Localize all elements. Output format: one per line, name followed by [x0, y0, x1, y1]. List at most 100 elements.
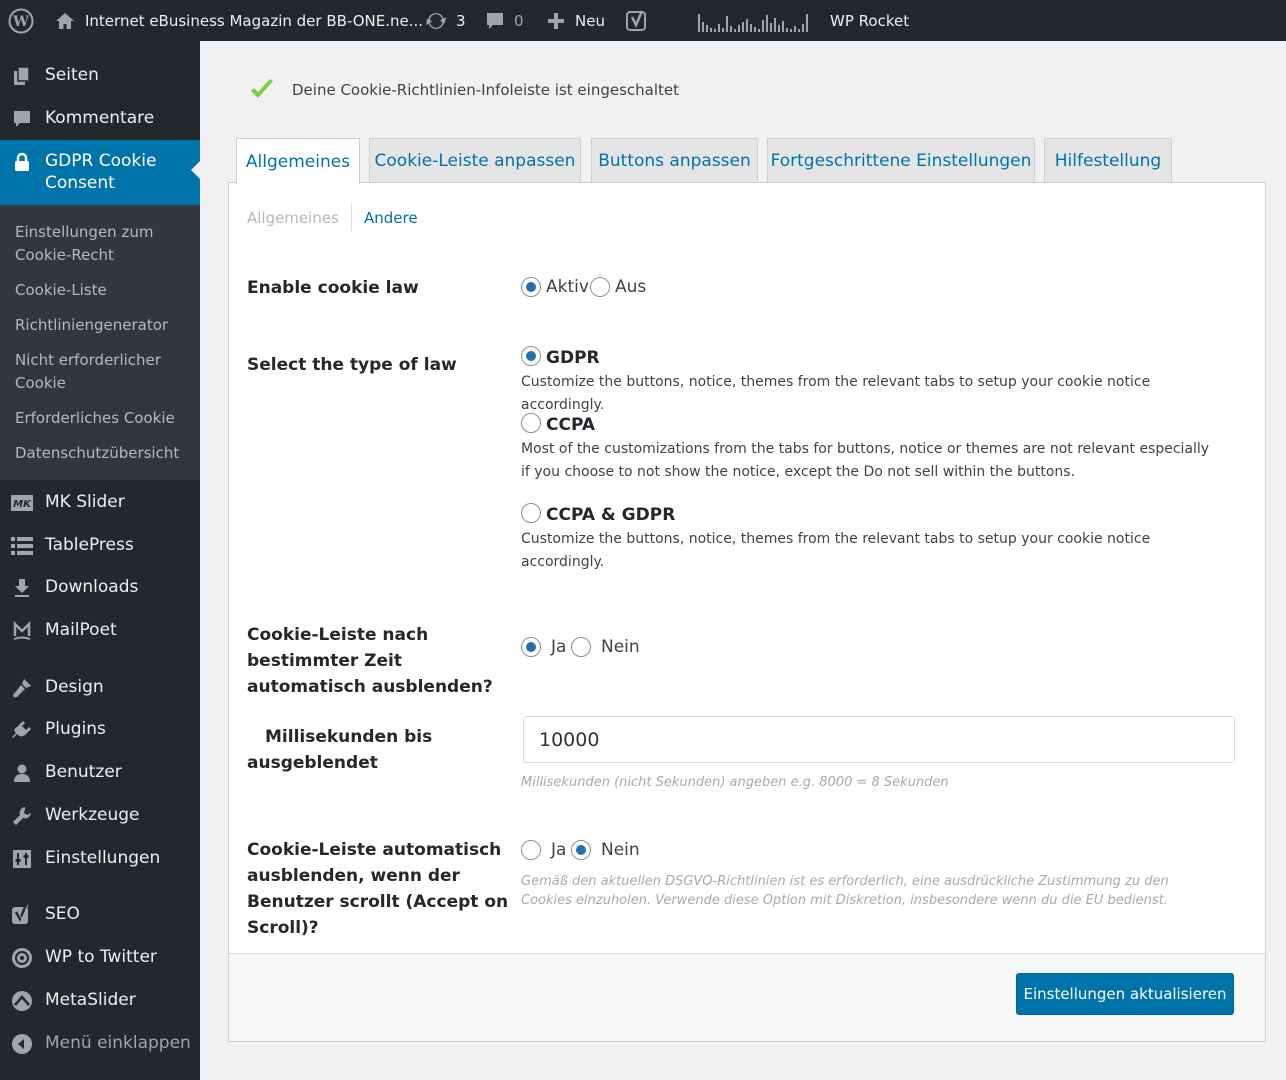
submenu-policy-generator[interactable]: Richtliniengenerator [15, 314, 195, 337]
success-notice: Deine Cookie-Richtlinien-Infoleiste ist … [248, 76, 679, 104]
accept-on-scroll-help: Gemäß den aktuellen DSGVO-Richtlinien is… [521, 874, 1169, 908]
home-icon [55, 11, 75, 31]
menu-seo[interactable]: SEO [0, 903, 200, 929]
checkmark-icon [251, 79, 273, 98]
radio-scroll-no-label: Nein [601, 840, 640, 860]
menu-comments[interactable]: Kommentare [0, 107, 200, 133]
submenu-privacy-overview[interactable]: Datenschutzübersicht [15, 442, 195, 465]
menu-tools[interactable]: Werkzeuge [0, 804, 200, 830]
wordpress-menu[interactable]: W [8, 0, 34, 41]
radio-scroll-yes[interactable] [521, 840, 541, 860]
comments-link[interactable]: 0 [485, 0, 524, 41]
tab-advanced-settings[interactable]: Fortgeschrittene Einstellungen [767, 138, 1035, 183]
lock-icon [10, 150, 34, 174]
menu-mk-slider[interactable]: MK MK Slider [0, 491, 200, 517]
submenu-cookie-law-settings[interactable]: Einstellungen zum Cookie-Recht [15, 221, 195, 267]
menu-plugins[interactable]: Plugins [0, 718, 200, 744]
download-icon [10, 576, 34, 600]
menu-wp-to-twitter[interactable]: WP to Twitter [0, 946, 200, 972]
comments-icon [485, 11, 505, 31]
menu-design[interactable]: Design [0, 676, 200, 702]
updates-count: 3 [456, 11, 466, 30]
tab-cookie-bar[interactable]: Cookie-Leiste anpassen [369, 138, 581, 183]
subnav-current: Allgemeines [247, 209, 339, 227]
stats-link[interactable] [698, 0, 812, 41]
save-settings-button[interactable]: Einstellungen aktualisieren [1016, 973, 1234, 1015]
enable-cookie-law-label: Enable cookie law [247, 278, 419, 298]
radio-auto-hide-yes[interactable] [521, 637, 541, 657]
updates-link[interactable]: 3 [425, 0, 466, 41]
radio-law-gdpr[interactable] [521, 346, 541, 366]
metaslider-icon [10, 989, 34, 1013]
menu-mailpoet[interactable]: MailPoet [0, 619, 200, 645]
ms-until-hide-label: Millisekunden bis ausgeblendet [247, 727, 433, 773]
radio-enable-active[interactable] [521, 277, 541, 297]
ms-until-hide-input[interactable] [523, 716, 1235, 763]
radio-law-ccpa-gdpr[interactable] [521, 503, 541, 523]
svg-text:MK: MK [13, 499, 32, 510]
plus-icon [546, 11, 566, 31]
stats-sparkline-icon [698, 10, 812, 32]
menu-settings[interactable]: Einstellungen [0, 847, 200, 873]
radio-scroll-no[interactable] [571, 840, 591, 860]
law-gdpr-description: Customize the buttons, notice, themes fr… [521, 374, 1151, 413]
menu-downloads[interactable]: Downloads [0, 576, 200, 602]
new-content-link[interactable]: Neu [546, 0, 605, 41]
mailpoet-icon [10, 619, 34, 643]
wp-rocket-label: WP Rocket [830, 11, 910, 30]
notice-text: Deine Cookie-Richtlinien-Infoleiste ist … [292, 81, 680, 99]
gdpr-submenu: Einstellungen zum Cookie-Recht Cookie-Li… [0, 205, 200, 480]
menu-tablepress[interactable]: TablePress [0, 534, 200, 560]
radio-enable-off-label: Aus [615, 277, 647, 297]
site-name-link[interactable]: Internet eBusiness Magazin der BB-ONE.ne… [55, 0, 423, 41]
law-type-label: Select the type of law [247, 355, 457, 375]
law-ccpa-description: Most of the customizations from the tabs… [521, 441, 1210, 480]
settings-icon [10, 847, 34, 871]
yoast-link[interactable] [625, 0, 649, 41]
pages-icon [10, 64, 34, 88]
admin-bar: W Internet eBusiness Magazin der BB-ONE.… [0, 0, 1286, 41]
wrench-icon [10, 804, 34, 828]
submenu-necessary-cookie[interactable]: Erforderliches Cookie [15, 407, 195, 430]
yoast-icon [625, 9, 649, 33]
site-name: Internet eBusiness Magazin der BB-ONE.ne… [85, 11, 424, 30]
submenu-cookie-list[interactable]: Cookie-Liste [15, 279, 195, 302]
accept-on-scroll-label: Cookie-Leiste automatisch ausblenden, we… [247, 840, 509, 938]
radio-scroll-yes-label: Ja [551, 840, 567, 860]
menu-gdpr-cookie-consent[interactable]: GDPR Cookie Consent [0, 140, 200, 205]
ms-until-hide-help: Millisekunden (nicht Sekunden) angeben e… [521, 775, 949, 790]
wp-rocket-link[interactable]: WP Rocket [830, 0, 909, 41]
comments-count: 0 [514, 11, 524, 30]
subnav-other-link[interactable]: Andere [364, 209, 418, 227]
admin-sidebar: Seiten Kommentare GDPR Cookie Consent Ei… [0, 41, 200, 1080]
radio-enable-active-label: Aktiv [546, 277, 589, 297]
auto-hide-label: Cookie-Leiste nach bestimmter Zeit autom… [247, 625, 493, 697]
comments-icon [10, 107, 34, 131]
plugin-icon [10, 718, 34, 742]
menu-collapse[interactable]: Menü einklappen [0, 1032, 200, 1058]
submenu-non-necessary-cookie[interactable]: Nicht erforderlicher Cookie [15, 349, 195, 395]
radio-law-ccpa-gdpr-label: CCPA & GDPR [546, 505, 676, 525]
menu-users[interactable]: Benutzer [0, 761, 200, 787]
subnav-divider [351, 203, 352, 231]
tab-help[interactable]: Hilfestellung [1044, 138, 1172, 183]
menu-pages[interactable]: Seiten [0, 64, 200, 90]
user-icon [10, 761, 34, 785]
table-icon [10, 534, 34, 558]
radio-enable-off[interactable] [590, 277, 610, 297]
tab-buttons[interactable]: Buttons anpassen [591, 138, 758, 183]
updates-icon [425, 10, 447, 32]
tab-allgemeines[interactable]: Allgemeines [236, 138, 360, 184]
law-ccpa-gdpr-description: Customize the buttons, notice, themes fr… [521, 531, 1151, 570]
radio-auto-hide-no[interactable] [571, 637, 591, 657]
mk-slider-icon: MK [10, 491, 34, 515]
twitter-icon [10, 946, 34, 970]
menu-metaslider[interactable]: MetaSlider [0, 989, 200, 1015]
radio-law-ccpa[interactable] [521, 413, 541, 433]
radio-auto-hide-yes-label: Ja [551, 637, 567, 657]
radio-law-ccpa-label: CCPA [546, 415, 596, 435]
active-menu-arrow [191, 161, 200, 179]
collapse-icon [10, 1032, 34, 1056]
yoast-icon [10, 903, 34, 927]
new-label: Neu [575, 11, 605, 30]
